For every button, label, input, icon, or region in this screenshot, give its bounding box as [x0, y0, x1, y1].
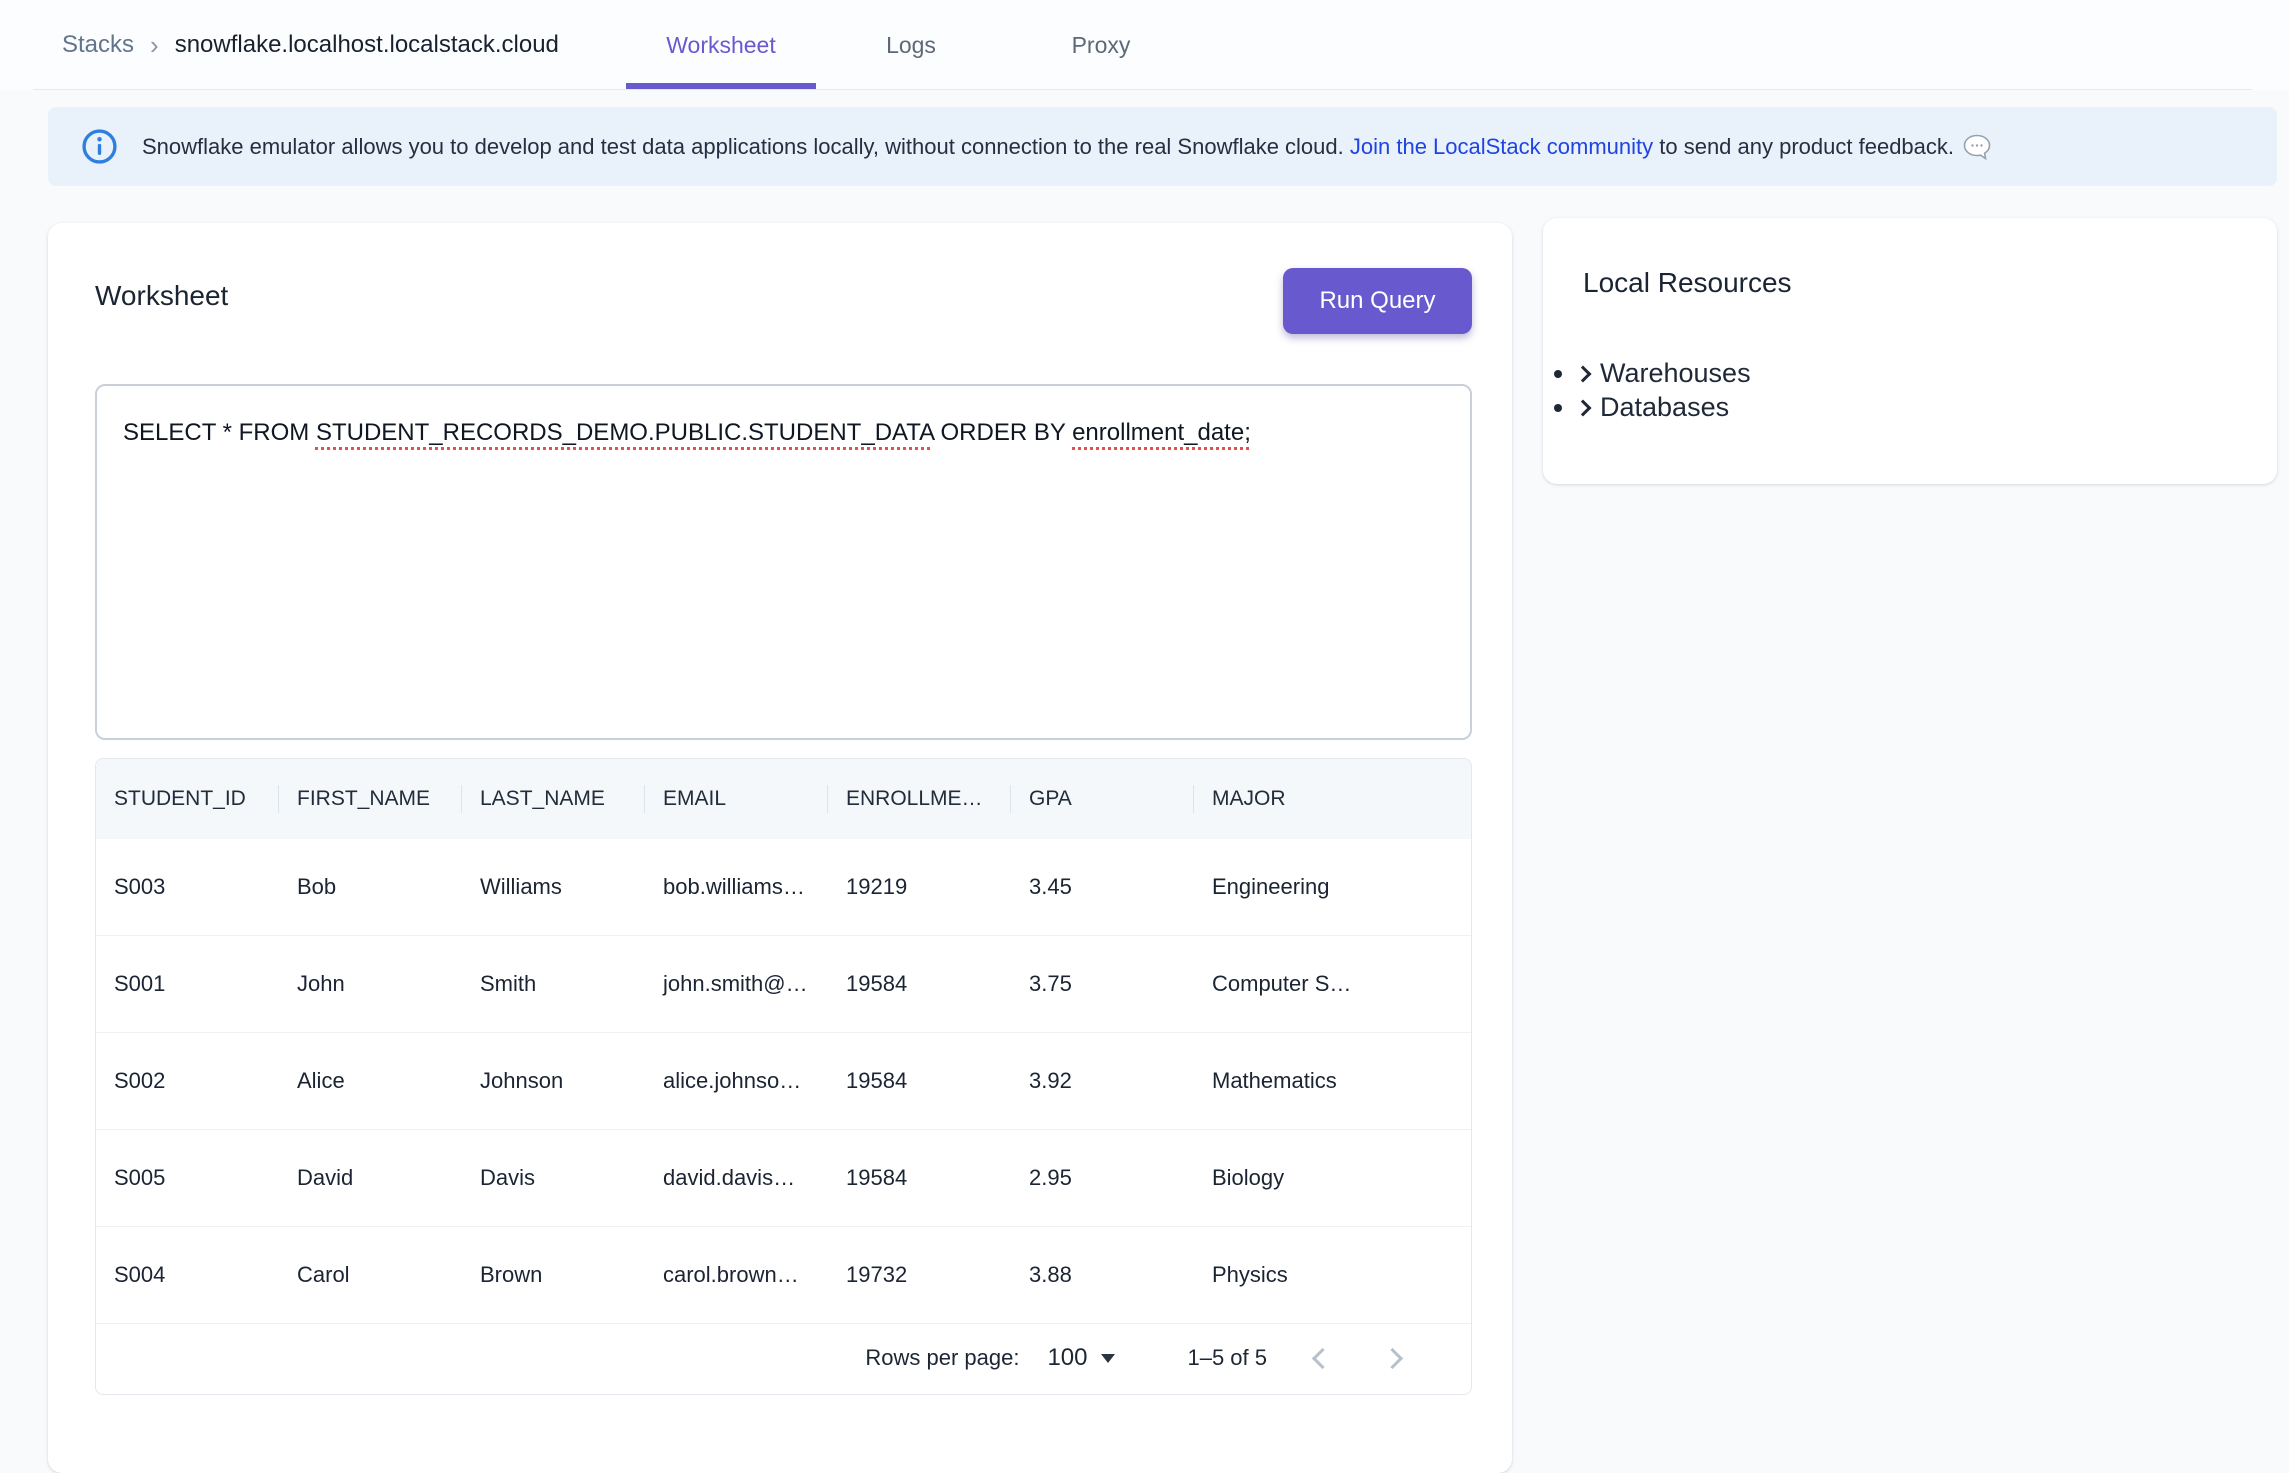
table-cell: 19732 [828, 1262, 1011, 1288]
rows-per-page-label: Rows per page: [865, 1345, 1019, 1371]
banner-text-before: Snowflake emulator allows you to develop… [142, 134, 1350, 159]
tab-worksheet[interactable]: Worksheet [626, 0, 816, 90]
header-cell[interactable]: MAJOR [1194, 759, 1471, 839]
dropdown-arrow-icon [1101, 1354, 1115, 1363]
breadcrumb-stacks-link[interactable]: Stacks [62, 31, 134, 59]
sql-editor[interactable]: SELECT * FROM STUDENT_RECORDS_DEMO.PUBLI… [95, 384, 1472, 740]
header-cell[interactable]: FIRST_NAME [279, 759, 462, 839]
tab-proxy[interactable]: Proxy [1006, 0, 1196, 90]
table-cell: 19584 [828, 1165, 1011, 1191]
rows-per-page-select[interactable]: 100 [1047, 1344, 1115, 1372]
pagination-range: 1–5 of 5 [1187, 1345, 1267, 1371]
table-cell: Engineering [1194, 874, 1471, 900]
feedback-bubble-icon [1962, 133, 1992, 161]
table-cell: 19584 [828, 971, 1011, 997]
table-cell: john.smith@… [645, 971, 828, 997]
table-cell: Smith [462, 971, 645, 997]
chevron-right-icon [1381, 1347, 1402, 1368]
header-cell[interactable]: LAST_NAME [462, 759, 645, 839]
sql-table-ref: STUDENT_RECORDS_DEMO.PUBLIC.STUDENT_DATA [316, 419, 934, 446]
table-cell: Computer S… [1194, 971, 1471, 997]
sql-query-line: SELECT * FROM STUDENT_RECORDS_DEMO.PUBLI… [123, 416, 1444, 450]
table-cell: Williams [462, 874, 645, 900]
sql-text: ORDER BY [934, 419, 1072, 446]
resource-item-label: Warehouses [1600, 358, 1751, 388]
rows-per-page-value: 100 [1047, 1344, 1087, 1372]
table-cell: 3.45 [1011, 874, 1194, 900]
table-cell: 3.92 [1011, 1068, 1194, 1094]
table-cell: bob.williams… [645, 874, 828, 900]
table-cell: Biology [1194, 1165, 1471, 1191]
table-row[interactable]: S003BobWilliamsbob.williams…192193.45Eng… [96, 839, 1471, 936]
table-cell: carol.brown… [645, 1262, 828, 1288]
table-cell: alice.johnso… [645, 1068, 828, 1094]
table-row[interactable]: S004CarolBrowncarol.brown…197323.88Physi… [96, 1227, 1471, 1324]
run-query-button[interactable]: Run Query [1283, 268, 1472, 334]
local-resources-list: Warehouses Databases [1543, 356, 1751, 424]
header-cell[interactable]: GPA [1011, 759, 1194, 839]
info-banner: Snowflake emulator allows you to develop… [48, 107, 2277, 186]
table-cell: Alice [279, 1068, 462, 1094]
table-cell: Carol [279, 1262, 462, 1288]
table-header-row: STUDENT_IDFIRST_NAMELAST_NAMEEMAILENROLL… [96, 759, 1471, 839]
worksheet-panel-title: Worksheet [95, 280, 228, 312]
resource-item-databases[interactable]: Databases [1577, 390, 1751, 424]
table-cell: Davis [462, 1165, 645, 1191]
breadcrumb: Stacks › snowflake.localhost.localstack.… [62, 0, 559, 90]
breadcrumb-current-stack: snowflake.localhost.localstack.cloud [175, 31, 559, 59]
table-row[interactable]: S002AliceJohnsonalice.johnso…195843.92Ma… [96, 1033, 1471, 1130]
table-cell: 19584 [828, 1068, 1011, 1094]
table-cell: David [279, 1165, 462, 1191]
sql-order-field: enrollment_date; [1072, 419, 1251, 446]
pagination-bar: Rows per page: 100 1–5 of 5 [96, 1322, 1471, 1394]
tab-logs[interactable]: Logs [816, 0, 1006, 90]
resource-item-label: Databases [1600, 392, 1729, 422]
table-cell: 3.75 [1011, 971, 1194, 997]
top-nav-bar: Stacks › snowflake.localhost.localstack.… [0, 0, 2289, 90]
table-cell: Bob [279, 874, 462, 900]
table-cell: John [279, 971, 462, 997]
table-row[interactable]: S005DavidDavisdavid.davis…195842.95Biolo… [96, 1130, 1471, 1227]
table-cell: S003 [96, 874, 279, 900]
header-cell[interactable]: ENROLLME… [828, 759, 1011, 839]
table-cell: Johnson [462, 1068, 645, 1094]
table-cell: david.davis… [645, 1165, 828, 1191]
header-cell[interactable]: STUDENT_ID [96, 759, 279, 839]
chevron-right-icon [1575, 366, 1592, 383]
table-cell: 19219 [828, 874, 1011, 900]
table-cell: S004 [96, 1262, 279, 1288]
table-cell: Physics [1194, 1262, 1471, 1288]
banner-text: Snowflake emulator allows you to develop… [142, 134, 1954, 160]
community-link[interactable]: Join the LocalStack community [1350, 134, 1653, 159]
resource-item-warehouses[interactable]: Warehouses [1577, 356, 1751, 390]
prev-page-button[interactable] [1295, 1334, 1343, 1382]
breadcrumb-separator: › [150, 30, 159, 61]
nav-divider [33, 89, 2252, 90]
tab-bar: Worksheet Logs Proxy [626, 0, 1196, 90]
next-page-button[interactable] [1371, 1334, 1419, 1382]
results-grid: STUDENT_IDFIRST_NAMELAST_NAMEEMAILENROLL… [95, 758, 1472, 1395]
local-resources-title: Local Resources [1583, 267, 1792, 299]
table-cell: S002 [96, 1068, 279, 1094]
table-cell: Mathematics [1194, 1068, 1471, 1094]
worksheet-panel: Worksheet Run Query SELECT * FROM STUDEN… [48, 223, 1512, 1473]
chevron-right-icon [1575, 400, 1592, 417]
sql-text: SELECT * FROM [123, 419, 316, 446]
banner-text-after: to send any product feedback. [1653, 134, 1954, 159]
table-row[interactable]: S001JohnSmithjohn.smith@…195843.75Comput… [96, 936, 1471, 1033]
info-icon [81, 128, 118, 165]
table-body: S003BobWilliamsbob.williams…192193.45Eng… [96, 839, 1471, 1324]
table-cell: 3.88 [1011, 1262, 1194, 1288]
chevron-left-icon [1311, 1347, 1332, 1368]
local-resources-panel: Local Resources Warehouses Databases [1543, 218, 2277, 484]
table-cell: S001 [96, 971, 279, 997]
table-cell: Brown [462, 1262, 645, 1288]
header-cell[interactable]: EMAIL [645, 759, 828, 839]
table-cell: S005 [96, 1165, 279, 1191]
table-cell: 2.95 [1011, 1165, 1194, 1191]
